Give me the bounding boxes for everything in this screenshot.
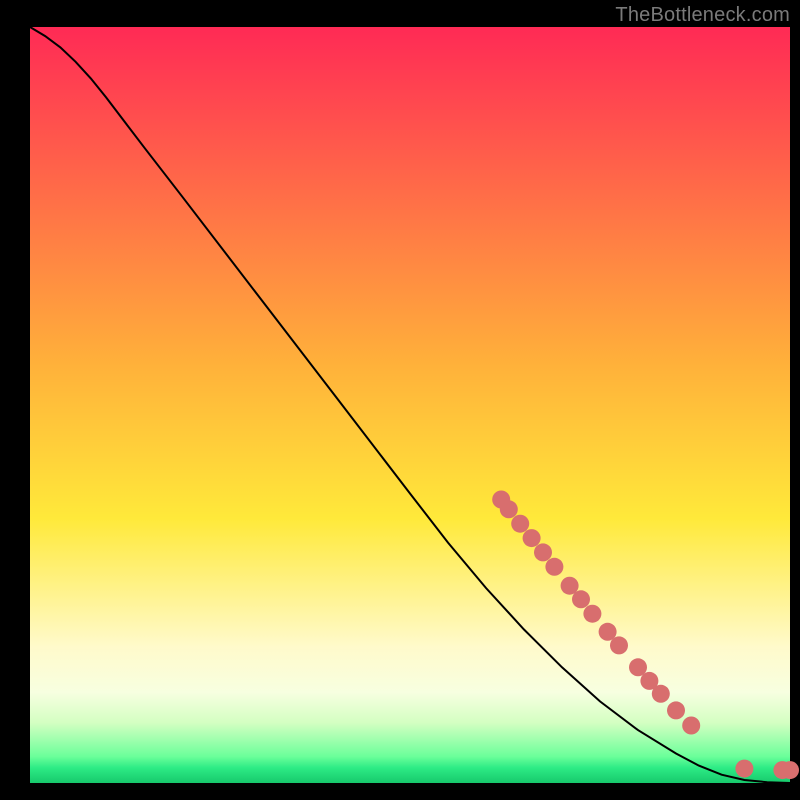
chart-marker — [735, 760, 753, 778]
chart-marker — [667, 701, 685, 719]
chart-stage: TheBottleneck.com — [0, 0, 800, 800]
chart-marker — [652, 685, 670, 703]
chart-marker — [682, 717, 700, 735]
chart-marker — [545, 558, 563, 576]
chart-background-gradient — [30, 27, 790, 783]
chart-marker — [572, 590, 590, 608]
chart-marker — [781, 761, 799, 779]
chart-marker — [500, 500, 518, 518]
chart-marker — [583, 605, 601, 623]
chart-svg — [0, 0, 800, 800]
chart-marker — [610, 636, 628, 654]
chart-marker — [534, 543, 552, 561]
chart-marker — [523, 529, 541, 547]
chart-marker — [511, 515, 529, 533]
